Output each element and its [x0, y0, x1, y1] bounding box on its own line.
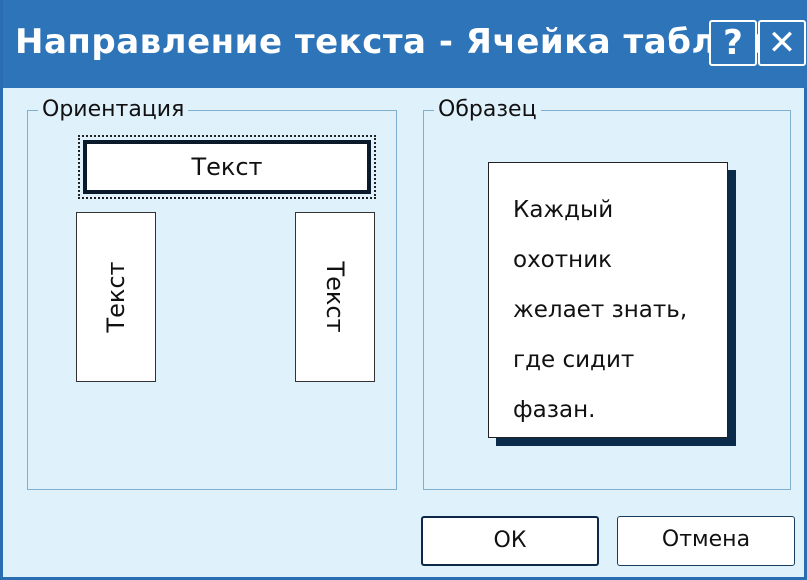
orientation-vertical-down-label: Текст: [321, 261, 349, 333]
sample-line: охотник: [513, 247, 613, 273]
orientation-vertical-up-label: Текст: [102, 261, 130, 333]
sample-line: фазан.: [513, 397, 596, 423]
orientation-horizontal-option[interactable]: Текст: [78, 135, 376, 199]
help-button[interactable]: ?: [709, 20, 757, 66]
close-button[interactable]: ✕: [758, 20, 806, 66]
sample-legend: Образец: [434, 97, 541, 123]
orientation-horizontal-box: Текст: [83, 140, 371, 194]
text-direction-dialog: Направление текста - Ячейка таблицы ? ✕ …: [0, 0, 807, 580]
orientation-vertical-up-option[interactable]: Текст: [76, 212, 156, 382]
sample-preview: Каждый охотник желает знать, где сидит ф…: [488, 162, 728, 438]
orientation-legend: Ориентация: [38, 97, 189, 123]
sample-line: где сидит: [513, 347, 635, 373]
cancel-button[interactable]: Отмена: [617, 516, 795, 566]
orientation-vertical-down-option[interactable]: Текст: [295, 212, 375, 382]
title-bar: Направление текста - Ячейка таблицы ? ✕: [3, 0, 807, 88]
sample-line: желает знать,: [513, 297, 688, 323]
dialog-title: Направление текста - Ячейка таблицы: [15, 22, 799, 62]
sample-line: Каждый: [513, 197, 614, 223]
ok-button[interactable]: ОК: [421, 516, 599, 566]
orientation-horizontal-label: Текст: [191, 153, 263, 181]
